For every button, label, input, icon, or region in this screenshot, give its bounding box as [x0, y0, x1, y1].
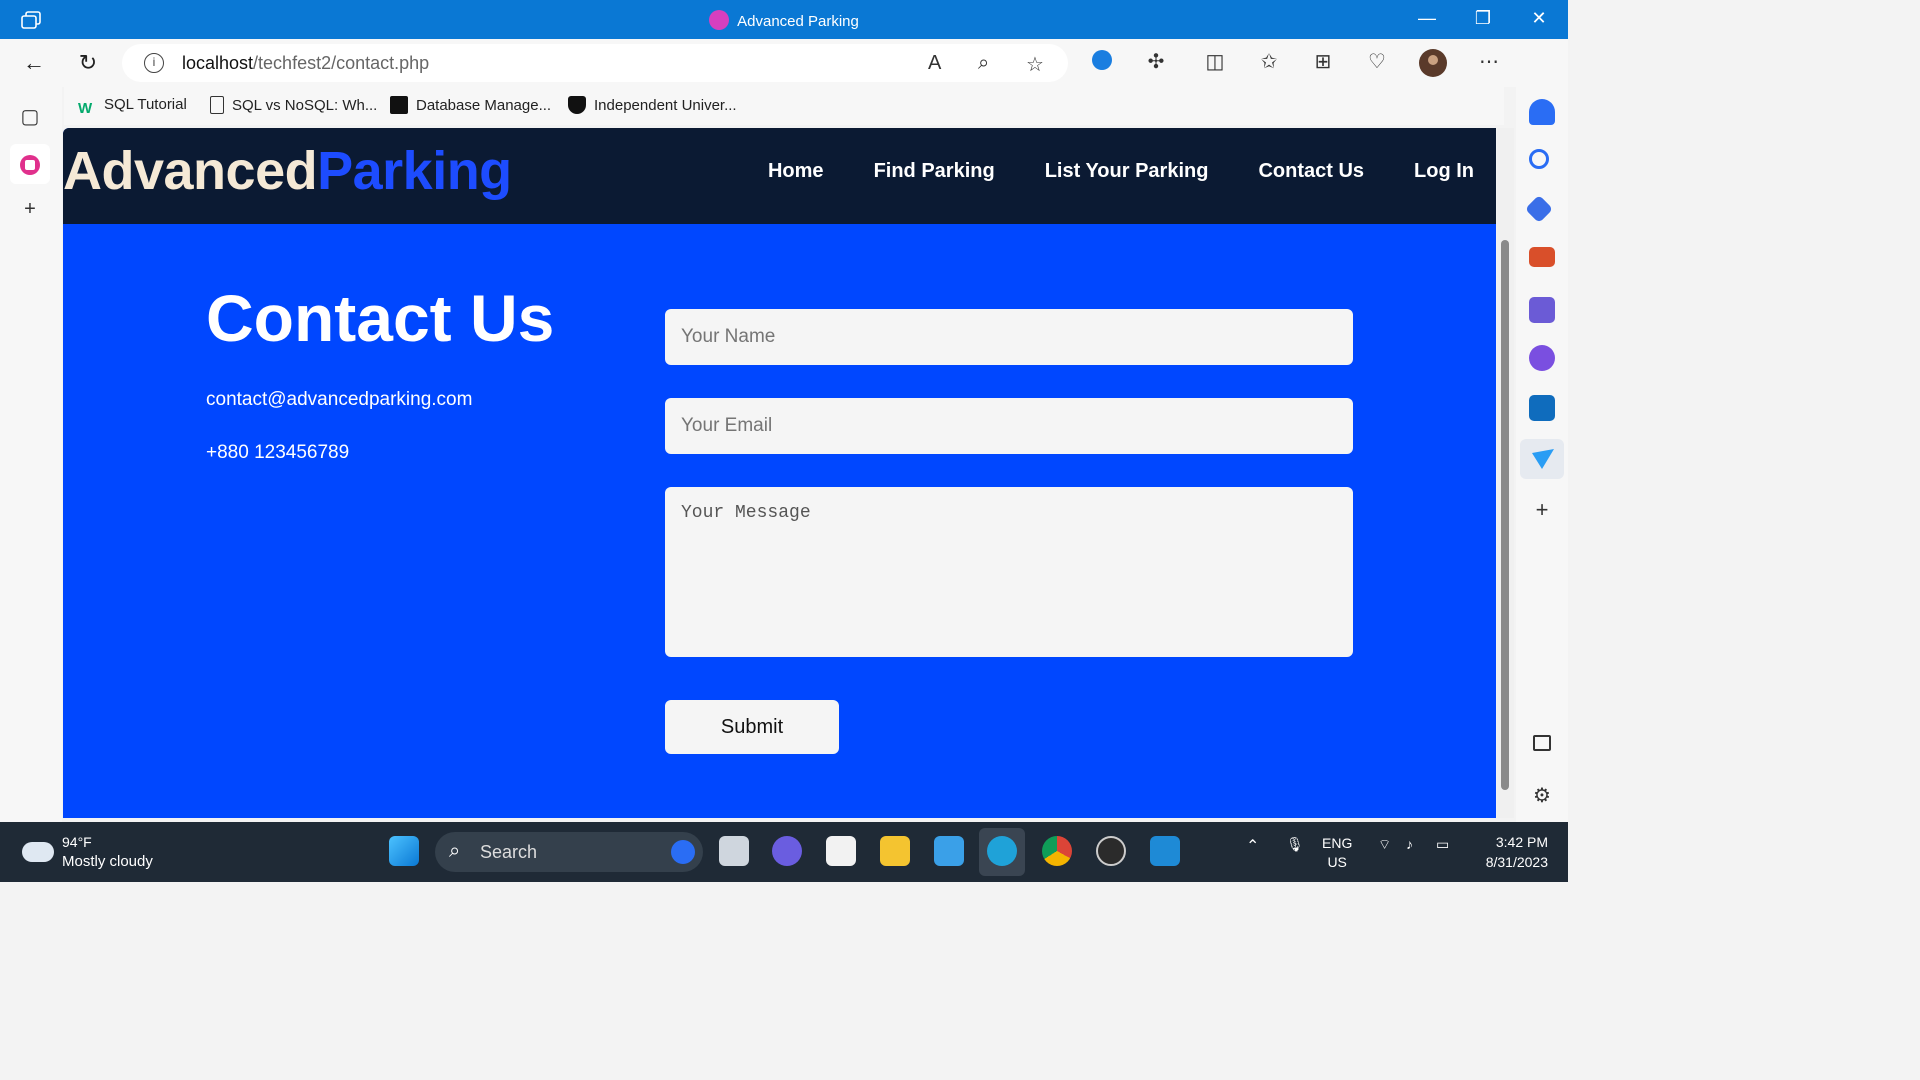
favorites-icon[interactable]: ✩	[1254, 49, 1284, 74]
back-icon[interactable]: ←	[20, 49, 48, 77]
bookmarks-bar: W SQL Tutorial SQL vs NoSQL: Wh... Databa…	[64, 87, 1504, 125]
teams-chat-icon[interactable]	[772, 836, 802, 866]
extension-shield-icon[interactable]	[1087, 49, 1117, 77]
task-view-icon[interactable]	[719, 836, 749, 866]
remote-desktop-icon[interactable]	[934, 836, 964, 866]
hide-sidebar-icon[interactable]	[1533, 735, 1551, 751]
name-input[interactable]	[665, 309, 1353, 365]
search-icon: ⌕	[449, 840, 461, 862]
page-scrollbar[interactable]	[1497, 128, 1514, 818]
taskbar-search[interactable]: ⌕ Search	[435, 832, 703, 872]
message-textarea[interactable]: Your Message	[665, 487, 1353, 657]
file-explorer-icon[interactable]	[880, 836, 910, 866]
database-site-icon	[390, 96, 408, 114]
active-tab-favicon-icon[interactable]	[10, 144, 50, 184]
clock-date: 8/31/2023	[1485, 854, 1548, 870]
contact-email: contact@advancedparking.com	[206, 389, 473, 410]
more-options-icon[interactable]: ⋯	[1474, 49, 1504, 74]
microphone-icon[interactable]: 🎙	[1286, 836, 1304, 853]
restore-button[interactable]: ❐	[1468, 8, 1498, 29]
url-text[interactable]: localhost/techfest2/contact.php	[182, 53, 429, 74]
nav-contact-us-link[interactable]: Contact Us	[1258, 160, 1364, 183]
nav-find-parking-link[interactable]: Find Parking	[874, 160, 995, 183]
vertical-tabs-panel: ▢ +	[0, 87, 62, 822]
refresh-icon[interactable]: ↻	[74, 49, 102, 77]
tray-overflow-chevron-icon[interactable]: ⌃	[1246, 836, 1259, 856]
favorite-star-icon[interactable]: ☆	[1026, 52, 1044, 77]
edge-browser-icon[interactable]	[987, 836, 1017, 866]
battery-icon[interactable]: ▭	[1436, 836, 1449, 853]
region-code: US	[1327, 854, 1347, 870]
site-favicon-icon	[709, 10, 730, 30]
bing-icon	[671, 840, 695, 864]
address-bar[interactable]: i localhost/techfest2/contact.php A ⌕ ☆	[122, 44, 1068, 82]
bookmark-database-manage[interactable]: Database Manage...	[390, 96, 551, 114]
add-sidebar-app-icon[interactable]: +	[1529, 497, 1555, 523]
split-screen-icon[interactable]: ◫	[1200, 49, 1230, 74]
obs-studio-icon[interactable]	[1096, 836, 1126, 866]
tools-briefcase-icon[interactable]	[1529, 247, 1555, 267]
notifications-bell-icon[interactable]	[1529, 99, 1555, 125]
chrome-icon[interactable]	[1042, 836, 1072, 866]
send-drop-icon[interactable]	[1520, 439, 1564, 479]
profile-avatar-icon[interactable]	[1418, 49, 1448, 83]
new-tab-icon[interactable]: +	[16, 195, 44, 223]
contact-phone: +880 123456789	[206, 442, 350, 463]
browser-title-bar: Advanced Parking — ❐ ✕	[0, 0, 1568, 39]
message-placeholder: Your Message	[681, 503, 811, 523]
scrollbar-thumb[interactable]	[1501, 240, 1509, 790]
site-nav: Home Find Parking List Your Parking Cont…	[768, 160, 1474, 183]
nav-list-parking-link[interactable]: List Your Parking	[1045, 160, 1209, 183]
web-page-viewport: AdvancedParking Home Find Parking List Y…	[63, 128, 1496, 818]
page-title: Contact Us	[206, 281, 555, 355]
windows-start-icon[interactable]	[389, 836, 419, 866]
outlook-icon[interactable]	[1529, 395, 1555, 421]
volume-icon[interactable]: ♪	[1406, 836, 1413, 852]
window-title: Advanced Parking	[0, 10, 1568, 30]
sidebar-settings-gear-icon[interactable]: ⚙	[1529, 783, 1555, 809]
extensions-icon[interactable]: ✣	[1141, 49, 1171, 74]
cloudy-weather-icon	[22, 842, 54, 862]
read-aloud-icon[interactable]: A	[928, 52, 941, 75]
w3schools-icon: W	[78, 100, 93, 117]
university-shield-icon	[568, 96, 586, 114]
collections-icon[interactable]: ⊞	[1308, 49, 1338, 74]
nav-log-in-link[interactable]: Log In	[1414, 160, 1474, 183]
close-button[interactable]: ✕	[1524, 8, 1554, 29]
language-code: ENG	[1322, 835, 1353, 851]
email-input[interactable]	[665, 398, 1353, 454]
weather-temperature: 94°F	[62, 834, 92, 850]
bookmark-sql-vs-nosql[interactable]: SQL vs NoSQL: Wh...	[210, 96, 377, 114]
clock-time: 3:42 PM	[1495, 834, 1548, 850]
shopping-tag-icon[interactable]	[1524, 194, 1554, 224]
microsoft-365-icon[interactable]	[1529, 345, 1555, 371]
submit-button[interactable]: Submit	[665, 700, 839, 754]
site-info-icon[interactable]: i	[144, 53, 164, 73]
windows-taskbar: 94°F Mostly cloudy ⌕ Search ⌃ 🎙 ENG US ⌔ …	[0, 822, 1568, 882]
games-icon[interactable]	[1529, 297, 1555, 323]
weather-condition: Mostly cloudy	[62, 853, 153, 870]
bookmark-sql-tutorial[interactable]: W SQL Tutorial	[78, 96, 187, 118]
tab-panel-icon[interactable]: ▢	[16, 103, 44, 131]
microsoft-store-icon[interactable]	[826, 836, 856, 866]
site-header: AdvancedParking Home Find Parking List Y…	[63, 128, 1496, 224]
minimize-button[interactable]: —	[1412, 8, 1442, 29]
language-indicator[interactable]: ENG US	[1322, 834, 1352, 872]
nav-home-link[interactable]: Home	[768, 160, 824, 183]
edge-sidebar: + ⚙	[1516, 39, 1568, 822]
search-label: Search	[480, 842, 538, 862]
document-icon	[210, 96, 224, 114]
bookmark-independent-univer[interactable]: Independent Univer...	[568, 96, 737, 114]
site-logo[interactable]: AdvancedParking	[63, 140, 512, 202]
wifi-icon[interactable]: ⌔	[1378, 836, 1391, 854]
browser-essentials-icon[interactable]: ♡	[1362, 49, 1392, 74]
system-clock[interactable]: 3:42 PM 8/31/2023	[1472, 832, 1548, 872]
vscode-icon[interactable]	[1150, 836, 1180, 866]
search-icon[interactable]	[1529, 149, 1549, 169]
zoom-icon[interactable]: ⌕	[978, 52, 989, 75]
